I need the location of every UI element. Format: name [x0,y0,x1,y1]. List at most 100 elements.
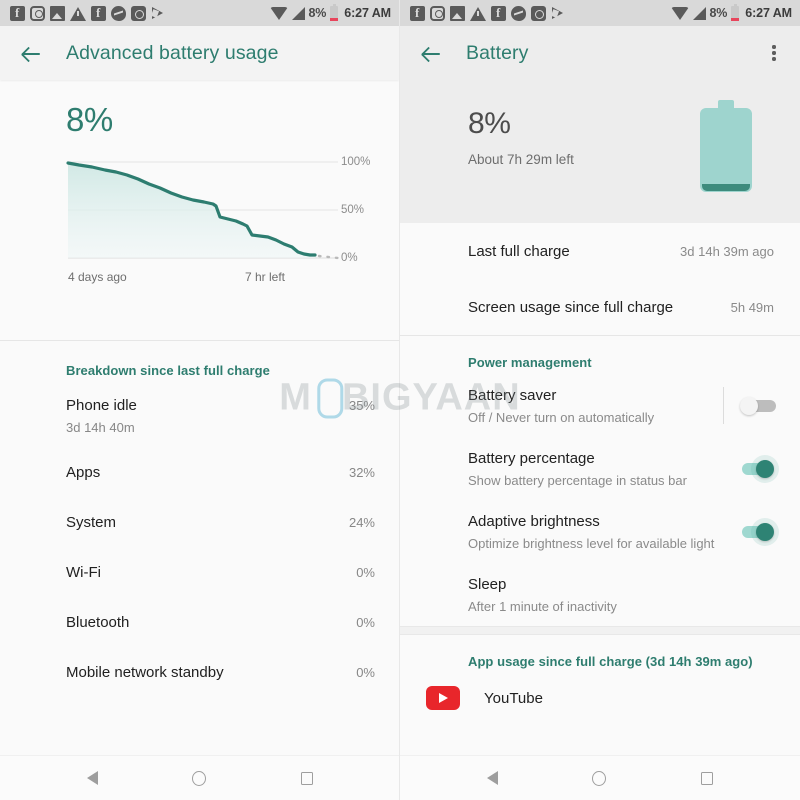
row-subtitle: Optimize brightness level for available … [468,536,715,551]
chart-x-label-end: 7 hr left [245,270,286,284]
overflow-menu-icon[interactable] [762,41,786,65]
left-app-bar: Advanced battery usage [0,26,399,80]
wifi-icon [670,6,689,20]
instagram-camera-icon [131,5,146,21]
status-bar-left: 8% 6:27 AM [0,0,399,26]
left-phone-screen: 8% 6:27 AM Advanced battery usage 8% [0,0,400,800]
battery-graphic [700,100,752,192]
navigation-bar-left [0,755,399,800]
play-store-games-icon [151,6,166,21]
row-subtitle: After 1 minute of inactivity [468,599,617,614]
facebook-icon [10,5,25,21]
list-item-sleep[interactable]: Sleep After 1 minute of inactivity [400,563,800,626]
app-name: YouTube [484,689,543,707]
breakdown-row-main: System [66,512,349,533]
row-title: Adaptive brightness [468,513,600,530]
dot [772,51,776,55]
nav-home-icon[interactable] [192,770,207,786]
row-title: Screen usage since full charge [468,298,674,316]
nav-back-icon[interactable] [487,771,499,785]
screenshot-root: 8% 6:27 AM Advanced battery usage 8% [0,0,800,800]
chart-bottom-spacer [0,298,399,340]
battery-percentage-toggle[interactable] [740,459,774,479]
breakdown-row-main: Phone idle 3d 14h 40m [66,395,349,436]
row-main: Screen usage since full charge [468,286,721,329]
row-main: Battery percentage Show battery percenta… [468,437,724,500]
status-clock: 6:27 AM [745,6,792,20]
list-item-battery-saver[interactable]: Battery saver Off / Never turn on automa… [400,374,800,437]
breakdown-percent: 24% [348,515,375,530]
dot [772,57,776,61]
facebook-icon-2 [491,5,506,21]
instagram-camera-icon [531,5,546,21]
navigation-bar-right [400,755,800,800]
breakdown-section-header: Breakdown since last full charge [66,363,270,378]
battery-saver-toggle[interactable] [740,396,776,416]
row-main: Battery saver Off / Never turn on automa… [468,374,711,437]
section-gap-divider [400,626,800,635]
row-main: Sleep After 1 minute of inactivity [468,563,774,626]
image-icon [450,5,465,21]
table-row[interactable]: System 24% [0,499,399,549]
app-usage-header: App usage since full charge (3d 14h 39m … [468,654,753,669]
facebook-icon-2 [91,5,106,21]
chart-y-label-100: 100% [341,156,371,168]
list-item-screen-usage[interactable]: Screen usage since full charge 5h 49m [400,279,800,335]
table-row[interactable]: Apps 32% [0,449,399,499]
row-main: Adaptive brightness Optimize brightness … [468,500,724,563]
nav-home-icon[interactable] [592,770,607,786]
nav-back-icon[interactable] [87,771,99,785]
breakdown-sublabel: 3d 14h 40m [66,420,135,435]
breakdown-row-main: Mobile network standby [66,662,356,683]
row-subtitle: Off / Never turn on automatically [468,410,655,425]
row-main: Last full charge [468,230,670,273]
image-icon [50,5,65,21]
list-item-last-full-charge[interactable]: Last full charge 3d 14h 39m ago [400,223,800,279]
breakdown-percent: 35% [348,398,375,413]
list-item-battery-percentage[interactable]: Battery percentage Show battery percenta… [400,437,800,500]
battery-body [700,108,752,192]
adaptive-brightness-toggle[interactable] [740,522,774,542]
breakdown-label: System [66,514,117,531]
toggle-knob [756,459,774,478]
cell-signal-icon [692,6,706,20]
battery-low-icon [731,3,740,21]
table-row[interactable]: Phone idle 3d 14h 40m 35% [0,382,399,449]
breakdown-percent: 32% [348,465,375,480]
toggle-knob [740,396,758,415]
battery-level-value: 8% [468,107,511,140]
list-item-adaptive-brightness[interactable]: Adaptive brightness Optimize brightness … [400,500,800,563]
battery-summary-card: 8% About 7h 29m left [400,80,800,223]
battery-low-icon [330,3,339,21]
table-row[interactable]: Mobile network standby 0% [0,649,399,699]
breakdown-label: Mobile network standby [66,664,224,681]
chart-x-label-start: 4 days ago [68,270,127,284]
row-subtitle: Show battery percentage in status bar [468,473,687,488]
battery-history-plot [66,161,340,260]
breakdown-row-main: Apps [66,462,349,483]
instagram-icon [430,5,445,21]
right-app-bar: Battery [400,26,800,80]
nav-recents-icon[interactable] [300,771,313,785]
table-row[interactable]: Bluetooth 0% [0,599,399,649]
instagram-icon [30,5,45,21]
row-value: 5h 49m [730,299,774,315]
breakdown-row-main: Wi-Fi [66,562,356,583]
right-phone-screen: 8% 6:27 AM Battery 8% About 7h 29m left [400,0,800,800]
row-title: Battery percentage [468,450,595,467]
status-battery-percent: 8% [709,6,728,20]
breakdown-row-main: Bluetooth [66,612,356,633]
back-arrow-icon[interactable] [418,40,444,66]
battery-history-chart: 100% 50% 0% 4 days ago 7 hr left [0,148,399,298]
row-title: Last full charge [468,242,570,260]
nav-recents-icon[interactable] [700,771,713,785]
warning-icon [70,6,86,21]
table-row[interactable]: Wi-Fi 0% [0,549,399,599]
row-title: Sleep [468,576,507,593]
status-battery-percent: 8% [308,6,327,20]
page-title: Advanced battery usage [66,41,279,64]
toggle-knob [756,522,774,541]
back-arrow-icon[interactable] [18,40,44,66]
battery-level-heading: 8% [66,101,113,138]
list-item-app-youtube[interactable]: YouTube [400,681,800,715]
